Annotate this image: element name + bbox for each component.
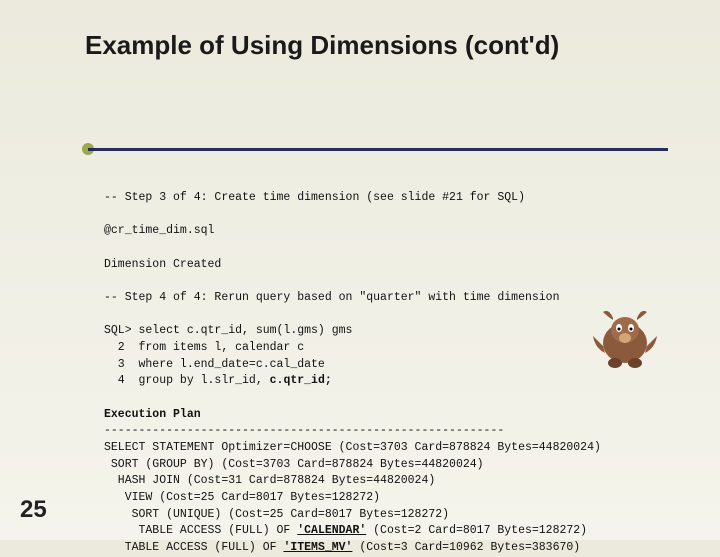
line-sql-3: 3 where l.end_date=c.cal_date	[104, 358, 325, 371]
line-exec-plan-header: Execution Plan	[104, 408, 201, 421]
line-sql-4-bold: c.qtr_id;	[270, 374, 332, 387]
line-plan-1: SELECT STATEMENT Optimizer=CHOOSE (Cost=…	[104, 441, 601, 454]
cartoon-image	[585, 298, 665, 378]
slide-title: Example of Using Dimensions (cont'd)	[0, 0, 720, 61]
title-underline	[88, 148, 668, 151]
line-plan-6-bold: 'CALENDAR'	[297, 524, 366, 537]
line-plan-2: SORT (GROUP BY) (Cost=3703 Card=878824 B…	[104, 458, 484, 471]
line-script-call: @cr_time_dim.sql	[104, 224, 214, 237]
line-plan-6-post: (Cost=2 Card=8017 Bytes=128272)	[366, 524, 587, 537]
line-plan-4: VIEW (Cost=25 Card=8017 Bytes=128272)	[104, 491, 380, 504]
line-comment-step3: -- Step 3 of 4: Create time dimension (s…	[104, 191, 525, 204]
line-sql-2: 2 from items l, calendar c	[104, 341, 304, 354]
line-plan-5: SORT (UNIQUE) (Cost=25 Card=8017 Bytes=1…	[104, 508, 449, 521]
line-comment-step4: -- Step 4 of 4: Rerun query based on "qu…	[104, 291, 559, 304]
line-sql-4-pre: 4 group by l.slr_id,	[104, 374, 270, 387]
line-plan-7-bold: 'ITEMS_MV'	[283, 541, 352, 554]
line-dim-created: Dimension Created	[104, 258, 221, 271]
line-plan-3: HASH JOIN (Cost=31 Card=878824 Bytes=448…	[104, 474, 435, 487]
line-divider: ----------------------------------------…	[104, 424, 504, 437]
line-plan-7-pre: TABLE ACCESS (FULL) OF	[104, 541, 283, 554]
line-sql-1: SQL> select c.qtr_id, sum(l.gms) gms	[104, 324, 352, 337]
line-plan-6-pre: TABLE ACCESS (FULL) OF	[104, 524, 297, 537]
page-number: 25	[20, 496, 47, 524]
code-content: -- Step 3 of 4: Create time dimension (s…	[104, 190, 601, 557]
line-plan-7-post: (Cost=3 Card=10962 Bytes=383670)	[352, 541, 580, 554]
